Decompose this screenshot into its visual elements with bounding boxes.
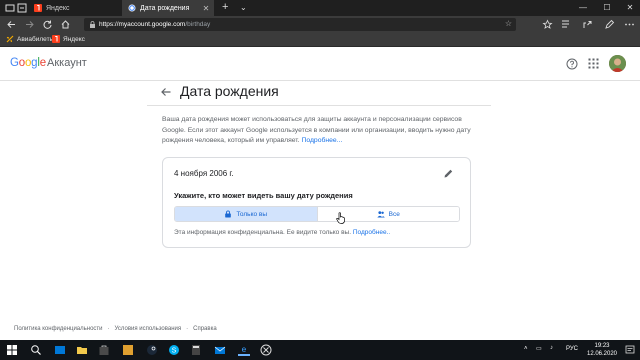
xbox-icon[interactable] (260, 344, 272, 356)
footer-separator: · (186, 326, 189, 332)
more-menu-icon[interactable] (624, 19, 635, 30)
apps-grid-icon[interactable] (588, 58, 599, 69)
birthday-value: 4 ноября 2006 г. (174, 169, 234, 178)
refresh-icon[interactable] (42, 19, 53, 30)
calculator-icon[interactable] (190, 344, 202, 356)
reading-list-icon[interactable] (560, 19, 571, 30)
bookmark-label: Яндекс (63, 35, 85, 43)
footer-separator: · (107, 326, 110, 332)
maximize-button[interactable]: ☐ (597, 0, 617, 16)
search-icon[interactable] (30, 344, 42, 356)
help-link[interactable]: Справка (193, 326, 217, 332)
yandex-icon (34, 4, 42, 12)
visibility-toggle: Только вы Все (174, 206, 460, 222)
lock-icon (225, 210, 232, 218)
avatar[interactable] (609, 55, 626, 72)
privacy-learn-more-link[interactable]: Подробнее.. (353, 229, 390, 236)
pen-icon[interactable] (604, 19, 615, 30)
svg-text:S: S (172, 348, 177, 355)
skype-icon[interactable]: S (168, 344, 180, 356)
tab-label: Дата рождения (140, 4, 190, 12)
forward-arrow-icon[interactable] (24, 19, 35, 30)
bookmark-flights[interactable]: Авиабилеты (6, 35, 54, 43)
tray-chevron-icon[interactable]: ˄ (524, 346, 528, 352)
hand-cursor-icon (336, 212, 345, 224)
product-name: Аккаунт (47, 57, 87, 69)
home-icon[interactable] (60, 19, 71, 30)
edit-pencil-icon[interactable] (443, 168, 454, 179)
account-header: Google Аккаунт (0, 47, 640, 81)
edge-icon[interactable]: e (238, 344, 250, 356)
explorer-folder-icon[interactable] (76, 344, 88, 356)
privacy-note: Эта информация конфиденциальна. Ее видит… (174, 229, 391, 236)
back-arrow-icon[interactable] (6, 19, 17, 30)
svg-text:e: e (242, 344, 247, 354)
privacy-policy-link[interactable]: Политика конфиденциальности (14, 326, 103, 332)
page-footer: Политика конфиденциальности · Условия ис… (14, 326, 217, 332)
tab-label: Яндекс (46, 4, 70, 12)
plane-icon (6, 35, 14, 43)
lock-icon (90, 21, 95, 28)
avatar-image (609, 55, 626, 72)
url-bar[interactable]: https://myaccount.google.com/birthday ☆ (84, 18, 516, 31)
favorites-icon[interactable] (542, 19, 553, 30)
new-tab-button[interactable]: + (222, 1, 228, 14)
app-icon[interactable] (122, 344, 134, 356)
close-window-button[interactable]: ✕ (620, 0, 640, 16)
people-icon (376, 211, 385, 218)
google-logo[interactable]: Google (10, 57, 46, 69)
windows-start-icon[interactable] (6, 344, 18, 356)
favorite-star-icon[interactable]: ☆ (505, 19, 512, 28)
url-text: https://myaccount.google.com/birthday (99, 21, 211, 28)
store-icon[interactable] (98, 344, 110, 356)
address-toolbar: https://myaccount.google.com/birthday ☆ (0, 16, 640, 33)
tab-yandex[interactable]: Яндекс (28, 0, 118, 16)
visibility-heading: Укажите, кто может видеть вашу дату рожд… (174, 191, 353, 200)
bookmark-label: Авиабилеты (17, 35, 55, 43)
tab-list-chevron-icon[interactable]: ⌄ (240, 2, 247, 14)
option-label: Только вы (236, 210, 268, 218)
birthday-card: 4 ноября 2006 г. Укажите, кто может виде… (162, 157, 471, 248)
help-icon[interactable] (566, 58, 578, 70)
clock-time: 19:23 (594, 343, 610, 349)
share-icon[interactable] (582, 19, 593, 30)
tab-actions-icon[interactable] (5, 3, 15, 13)
learn-more-link[interactable]: Подробнее... (301, 137, 342, 144)
network-icon[interactable]: ▭ (536, 345, 542, 352)
title-divider (147, 105, 491, 106)
only-you-option[interactable]: Только вы (175, 207, 317, 221)
volume-icon[interactable]: ♪ (550, 345, 553, 351)
yandex-icon (52, 35, 60, 43)
windows-taskbar: S e ˄ ▭ ♪ РУС 19:23 12.06.2020 (0, 340, 640, 360)
mail-icon[interactable] (214, 344, 226, 356)
back-tabs-icon[interactable] (17, 3, 27, 13)
notifications-icon[interactable] (624, 344, 636, 356)
bookmark-yandex[interactable]: Яндекс (52, 35, 85, 43)
minimize-button[interactable]: — (573, 0, 593, 16)
page-description: Ваша дата рождения может использоваться … (162, 116, 471, 144)
clock-date: 12.06.2020 (586, 351, 618, 357)
task-view-icon[interactable] (54, 344, 66, 356)
option-label: Все (388, 210, 400, 218)
back-arrow-icon[interactable] (160, 86, 172, 98)
tab-birthday[interactable]: Дата рождения ✕ (122, 0, 214, 16)
close-tab-icon[interactable]: ✕ (202, 4, 210, 13)
browser-tab-strip: Яндекс Дата рождения ✕ + ⌄ — ☐ ✕ (0, 0, 640, 16)
page-title: Дата рождения (180, 83, 279, 99)
google-icon (128, 4, 136, 12)
language-indicator[interactable]: РУС (566, 346, 578, 352)
bookmarks-bar: Авиабилеты Яндекс (0, 33, 640, 47)
steam-icon[interactable] (146, 344, 158, 356)
system-clock[interactable]: 19:23 12.06.2020 (584, 342, 620, 358)
terms-link[interactable]: Условия использования (115, 326, 182, 332)
